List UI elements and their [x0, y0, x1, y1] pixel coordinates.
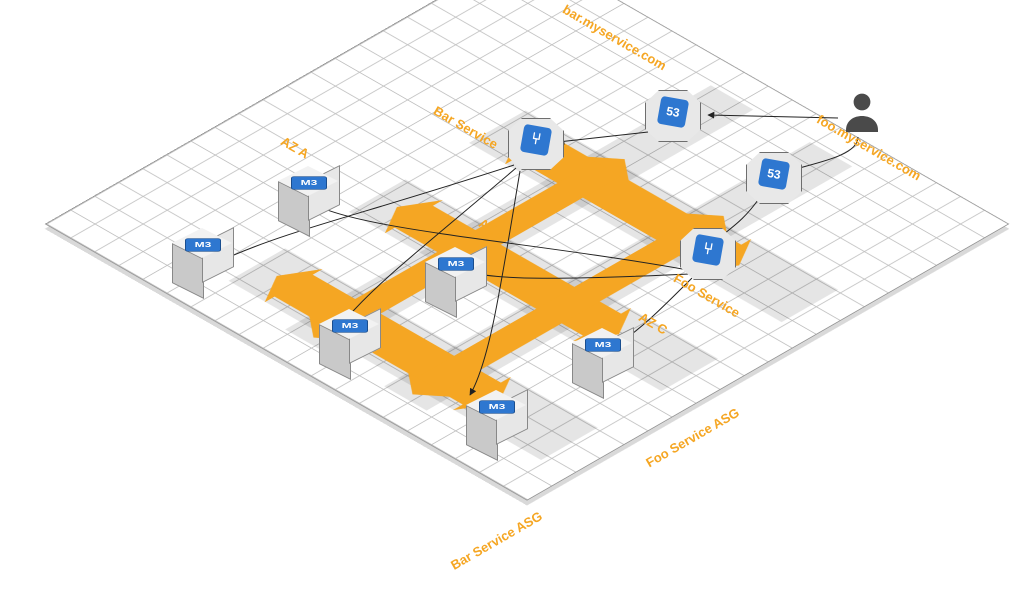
- route53-icon: 53: [657, 96, 689, 128]
- elb-icon: ⑂: [692, 234, 724, 266]
- architecture-diagram: M3 M3 M3 M3 M3 M3 ⑂ 53 53 ⑂ bar.myservic…: [0, 0, 1024, 597]
- instance-type-badge: M3: [185, 238, 221, 251]
- route53-foo: 53: [746, 152, 802, 204]
- ec2-foo-az-a: M3: [278, 166, 338, 234]
- instance-type-badge: M3: [479, 400, 515, 413]
- ec2-foo-az-c: M3: [572, 328, 632, 396]
- ec2-bar-az-b: M3: [319, 309, 379, 377]
- instance-type-badge: M3: [332, 319, 368, 332]
- ec2-foo-az-b: M3: [425, 247, 485, 315]
- elb-icon: ⑂: [520, 124, 552, 156]
- instance-type-badge: M3: [291, 176, 327, 189]
- instance-type-badge: M3: [585, 338, 621, 351]
- instance-type-badge: M3: [438, 257, 474, 270]
- elb-foo-service: ⑂: [680, 228, 736, 280]
- route53-icon: 53: [758, 158, 790, 190]
- label-bar-asg: Bar Service ASG: [448, 508, 545, 572]
- ec2-bar-az-c: M3: [466, 390, 526, 458]
- route53-bar: 53: [645, 90, 701, 142]
- ec2-bar-az-a: M3: [172, 228, 232, 296]
- elb-bar-service: ⑂: [508, 118, 564, 170]
